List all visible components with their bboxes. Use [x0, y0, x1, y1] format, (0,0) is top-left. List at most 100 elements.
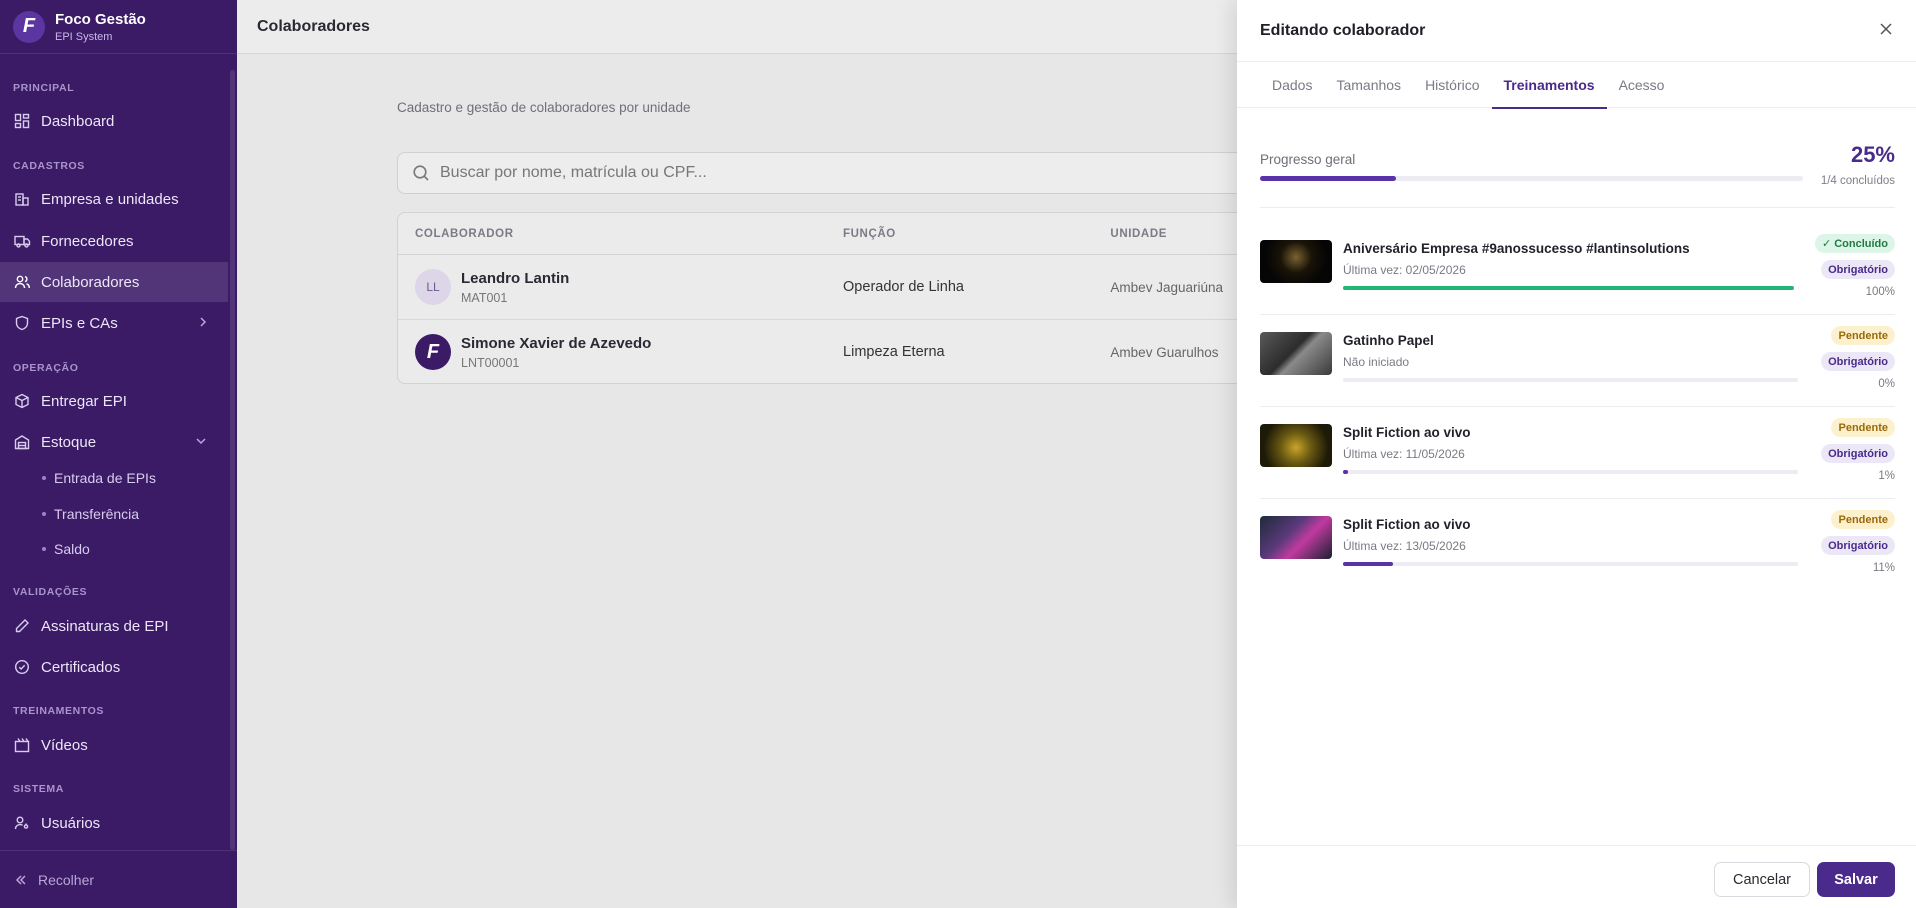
avatar: F: [415, 334, 451, 370]
colaborador-funcao: Operador de Linha: [843, 279, 964, 295]
required-badge: Obrigatório: [1821, 352, 1895, 371]
edit-colaborador-drawer: Editando colaborador Dados Tamanhos Hist…: [1237, 0, 1916, 908]
drawer-title: Editando colaborador: [1260, 21, 1426, 39]
sidebar-item-dashboard[interactable]: Dashboard: [0, 101, 228, 141]
sidebar-nav: PRINCIPAL Dashboard CADASTROS Empresa e …: [0, 54, 237, 850]
bullet-icon: [42, 547, 46, 551]
sidebar-subitem-transferencia[interactable]: Transferência: [42, 506, 139, 522]
training-title: Aniversário Empresa #9anossucesso #lanti…: [1343, 241, 1690, 256]
brand-name: Foco Gestão: [55, 10, 146, 28]
training-thumbnail[interactable]: [1260, 332, 1332, 375]
training-percent: 0%: [1878, 378, 1895, 390]
sidebar-item-label: Assinaturas de EPI: [41, 617, 169, 635]
sidebar-item-usuarios[interactable]: Usuários: [0, 803, 228, 843]
training-percent: 11%: [1872, 562, 1895, 574]
training-progress-fill: [1343, 562, 1394, 566]
training-progress-fill: [1343, 286, 1794, 290]
training-thumbnail[interactable]: [1260, 424, 1332, 467]
sidebar: F Foco Gestão EPI System PRINCIPAL Dashb…: [0, 0, 237, 908]
tab-acesso[interactable]: Acesso: [1607, 62, 1677, 108]
sidebar-item-label: Dashboard: [41, 112, 115, 130]
sidebar-item-entregar[interactable]: Entregar EPI: [0, 381, 228, 421]
colaborador-matricula: MAT001: [461, 290, 508, 305]
check-circle-icon: [13, 658, 31, 676]
cancel-button[interactable]: Cancelar: [1714, 862, 1810, 897]
tab-dados[interactable]: Dados: [1260, 62, 1324, 108]
sidebar-item-estoque[interactable]: Estoque: [0, 422, 228, 462]
avatar: LL: [415, 269, 451, 305]
sidebar-subitem-label: Transferência: [54, 506, 140, 522]
training-percent: 1%: [1878, 470, 1895, 482]
progress-label: Progresso geral: [1260, 152, 1356, 167]
video-icon: [13, 736, 31, 754]
sidebar-item-label: Entregar EPI: [41, 392, 127, 410]
close-icon[interactable]: [1878, 21, 1894, 42]
training-item[interactable]: Split Fiction ao vivo Última vez: 13/05/2…: [1260, 499, 1895, 591]
tab-tamanhos[interactable]: Tamanhos: [1324, 62, 1413, 108]
section-cadastros: CADASTROS: [13, 160, 85, 172]
tab-treinamentos[interactable]: Treinamentos: [1491, 62, 1607, 109]
training-title: Split Fiction ao vivo: [1343, 425, 1471, 440]
colaboradores-table: COLABORADOR FUNÇÃO UNIDADE LL Leandro La…: [397, 212, 1297, 384]
sidebar-item-label: EPIs e CAs: [41, 314, 118, 332]
section-treinamentos: TREINAMENTOS: [13, 705, 105, 717]
section-sistema: SISTEMA: [13, 783, 64, 795]
sidebar-subitem-entrada[interactable]: Entrada de EPIs: [42, 470, 156, 486]
required-badge: Obrigatório: [1821, 536, 1895, 555]
sidebar-scrollbar[interactable]: [230, 70, 235, 850]
table-row[interactable]: LL Leandro Lantin MAT001 Operador de Lin…: [398, 255, 1296, 320]
status-badge: Pendente: [1831, 510, 1895, 529]
progress-count: 1/4 concluídos: [1820, 175, 1895, 187]
colaborador-matricula: LNT00001: [461, 355, 520, 370]
collapse-sidebar-button[interactable]: Recolher: [0, 850, 237, 908]
sidebar-item-empresa[interactable]: Empresa e unidades: [0, 179, 228, 219]
search-box[interactable]: [397, 152, 1297, 194]
table-row[interactable]: F Simone Xavier de Azevedo LNT00001 Limp…: [398, 320, 1296, 383]
sidebar-subitem-label: Entrada de EPIs: [54, 470, 156, 486]
progress-bar: [1260, 176, 1803, 181]
training-last-seen: Última vez: 13/05/2026: [1343, 539, 1466, 553]
shield-icon: [13, 314, 31, 332]
sidebar-item-fornecedores[interactable]: Fornecedores: [0, 221, 228, 261]
training-progress-bar: [1343, 562, 1798, 566]
training-item[interactable]: Aniversário Empresa #9anossucesso #lanti…: [1260, 223, 1895, 315]
training-item[interactable]: Gatinho Papel Não iniciado Pendente Obrigat…: [1260, 315, 1895, 407]
training-last-seen: Última vez: 02/05/2026: [1343, 263, 1466, 277]
colaborador-name: Simone Xavier de Azevedo: [461, 334, 652, 352]
tab-historico[interactable]: Histórico: [1413, 62, 1491, 108]
training-thumbnail[interactable]: [1260, 516, 1332, 559]
sidebar-item-label: Empresa e unidades: [41, 190, 179, 208]
header-colaborador[interactable]: COLABORADOR: [398, 228, 843, 240]
drawer-tabs: Dados Tamanhos Histórico Treinamentos Ac…: [1237, 62, 1916, 109]
header-funcao[interactable]: FUNÇÃO: [843, 228, 1110, 240]
users-icon: [13, 273, 31, 291]
training-thumbnail[interactable]: [1260, 240, 1332, 283]
sidebar-item-epis[interactable]: EPIs e CAs: [0, 303, 228, 343]
bullet-icon: [42, 512, 46, 516]
training-item[interactable]: Split Fiction ao vivo Última vez: 11/05/2…: [1260, 407, 1895, 499]
sidebar-item-videos[interactable]: Vídeos: [0, 725, 228, 765]
warehouse-icon: [13, 433, 31, 451]
chevron-down-icon: [194, 434, 208, 452]
training-progress-bar: [1343, 378, 1798, 382]
dashboard-icon: [13, 112, 31, 130]
save-button[interactable]: Salvar: [1817, 862, 1895, 897]
sidebar-subitem-saldo[interactable]: Saldo: [42, 541, 90, 557]
training-title: Gatinho Papel: [1343, 333, 1434, 348]
search-input[interactable]: [440, 164, 1040, 182]
training-last-seen: Não iniciado: [1343, 355, 1410, 369]
sidebar-item-label: Vídeos: [41, 736, 88, 754]
training-title: Split Fiction ao vivo: [1343, 517, 1471, 532]
chevrons-left-icon: [15, 874, 26, 885]
brand-subtitle: EPI System: [55, 30, 113, 43]
sidebar-item-label: Certificados: [41, 658, 121, 676]
sidebar-item-assinaturas[interactable]: Assinaturas de EPI: [0, 606, 228, 646]
colaborador-name: Leandro Lantin: [461, 269, 570, 287]
sidebar-item-certificados[interactable]: Certificados: [0, 647, 228, 687]
required-badge: Obrigatório: [1821, 260, 1895, 279]
sidebar-item-label: Fornecedores: [41, 232, 134, 250]
brand[interactable]: F Foco Gestão EPI System: [0, 0, 237, 54]
page-subtitle: Cadastro e gestão de colaboradores por u…: [397, 100, 691, 115]
sidebar-item-colaboradores[interactable]: Colaboradores: [0, 262, 228, 302]
package-icon: [13, 392, 31, 410]
